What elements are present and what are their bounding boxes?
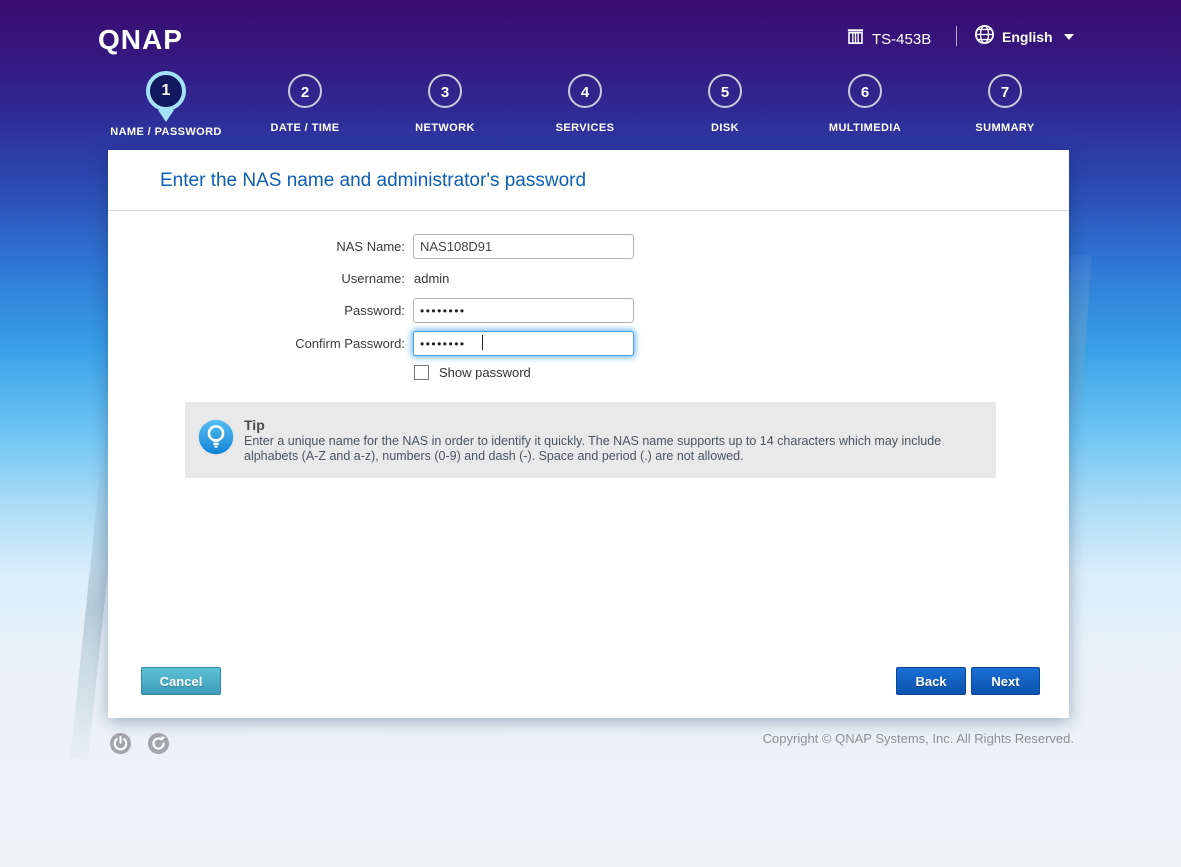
username-label: Username: [341, 271, 405, 286]
step-multimedia: 6 MULTIMEDIA [795, 74, 935, 134]
copyright-text: Copyright © QNAP Systems, Inc. All Right… [762, 731, 1074, 746]
confirm-password-input[interactable] [413, 331, 634, 356]
page-title: Enter the NAS name and administrator's p… [160, 170, 587, 191]
password-label: Password: [344, 303, 405, 318]
tip-text: Enter a unique name for the NAS in order… [244, 434, 942, 463]
language-label: English [1002, 29, 1053, 45]
nas-name-label: NAS Name: [336, 239, 405, 254]
step-7-circle: 7 [988, 74, 1022, 108]
username-value: admin [414, 271, 450, 286]
password-input[interactable] [413, 298, 634, 323]
step-7-label: SUMMARY [975, 122, 1035, 134]
tip-title: Tip [244, 417, 265, 433]
back-button[interactable]: Back [896, 667, 966, 695]
tip-box: Tip Enter a unique name for the NAS in o… [185, 402, 996, 478]
nas-name-input[interactable] [413, 234, 634, 259]
show-password-label: Show password [439, 365, 531, 380]
step-3-label: NETWORK [415, 122, 475, 134]
step-1-label: NAME / PASSWORD [110, 126, 222, 138]
nas-device-icon [846, 27, 865, 51]
step-4-circle: 4 [568, 74, 602, 108]
active-step-pointer [158, 110, 174, 122]
device-model-indicator: TS-453B [846, 27, 931, 51]
step-3-circle: 3 [428, 74, 462, 108]
language-selector[interactable]: English [974, 24, 1074, 50]
step-2-circle: 2 [288, 74, 322, 108]
step-name-password: 1 NAME / PASSWORD [96, 71, 236, 138]
globe-icon [974, 24, 995, 50]
topbar-separator [956, 26, 957, 46]
confirm-password-label: Confirm Password: [295, 336, 405, 351]
wizard-content-card: Enter the NAS name and administrator's p… [108, 150, 1069, 718]
step-services: 4 SERVICES [515, 74, 655, 134]
text-cursor [482, 335, 483, 350]
step-6-label: MULTIMEDIA [828, 122, 902, 134]
step-6-circle: 6 [848, 74, 882, 108]
refresh-icon[interactable] [147, 732, 170, 760]
show-password-checkbox[interactable] [414, 365, 429, 380]
next-button[interactable]: Next [971, 667, 1040, 695]
qnap-logo: QNAP [98, 24, 183, 55]
lightbulb-icon [198, 419, 234, 460]
step-date-time: 2 DATE / TIME [235, 74, 375, 134]
power-icon[interactable] [109, 732, 132, 760]
step-5-circle: 5 [708, 74, 742, 108]
step-4-label: SERVICES [555, 122, 615, 134]
setup-wizard-stepper: 1 NAME / PASSWORD 2 DATE / TIME 3 NETWOR… [0, 66, 1181, 157]
title-divider [108, 210, 1069, 211]
device-model-label: TS-453B [872, 30, 932, 48]
step-summary: 7 SUMMARY [935, 74, 1075, 134]
step-2-label: DATE / TIME [270, 122, 340, 134]
step-1-circle: 1 [146, 71, 186, 111]
step-5-label: DISK [711, 122, 739, 134]
cancel-button[interactable]: Cancel [141, 667, 221, 695]
step-network: 3 NETWORK [375, 74, 515, 134]
chevron-down-icon [1063, 34, 1074, 40]
step-disk: 5 DISK [655, 74, 795, 134]
